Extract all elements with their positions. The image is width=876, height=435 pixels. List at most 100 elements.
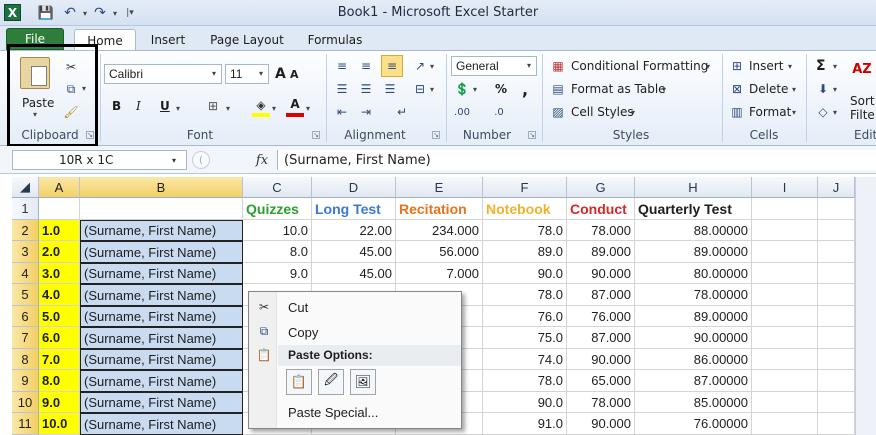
align-middle-icon[interactable]: ≡ (357, 57, 375, 75)
cell-i[interactable] (752, 349, 818, 370)
delete-cells-icon[interactable]: ⊠ (728, 80, 746, 98)
cell-j[interactable] (818, 263, 855, 284)
number-format-select[interactable]: General (451, 56, 537, 76)
header-cell-e[interactable]: Recitation (396, 198, 483, 220)
insert-cells-button[interactable]: Insert (749, 59, 783, 73)
cell-b[interactable]: (Surname, First Name) (80, 370, 243, 392)
cell-styles-button[interactable]: Cell Styles (571, 105, 634, 119)
cell-j[interactable] (818, 349, 855, 370)
cell-h[interactable]: 80.00000 (635, 263, 752, 284)
row-header[interactable]: 6 (12, 306, 39, 327)
fill-dropdown-icon[interactable]: ▾ (833, 85, 837, 94)
cell-f[interactable]: 78.0 (483, 220, 567, 241)
cell-f[interactable]: 78.0 (483, 284, 567, 306)
cell-b[interactable]: (Surname, First Name) (80, 263, 243, 284)
menu-item-paste-special[interactable]: Paste Special... (288, 405, 378, 420)
header-cell-f[interactable]: Notebook (483, 198, 567, 220)
column-header-c[interactable]: C (243, 177, 312, 198)
cell-g[interactable]: 90.000 (567, 349, 635, 370)
merge-center-icon[interactable]: ⊟ (411, 80, 429, 98)
cell-a-number[interactable]: 1.0 (39, 220, 80, 241)
column-header-b[interactable]: B (80, 177, 243, 198)
column-header-d[interactable]: D (312, 177, 396, 198)
column-header-i[interactable]: I (752, 177, 818, 198)
decrease-indent-icon[interactable]: ⇤ (333, 103, 351, 121)
font-launcher-icon[interactable]: ↘ (312, 131, 320, 139)
cell-h[interactable]: 89.00000 (635, 241, 752, 263)
header-cell-a[interactable] (39, 198, 80, 220)
currency-icon[interactable]: 💲 (453, 80, 471, 98)
delete-cells-dropdown-icon[interactable]: ▾ (792, 85, 796, 94)
cell-i[interactable] (752, 220, 818, 241)
cell-a-number[interactable]: 8.0 (39, 370, 80, 392)
cell-a-number[interactable]: 7.0 (39, 349, 80, 370)
sort-label[interactable]: Sort (850, 94, 875, 108)
row-header[interactable]: 11 (12, 413, 39, 435)
cell-f[interactable]: 89.0 (483, 241, 567, 263)
fill-color-dropdown-icon[interactable]: ▾ (272, 104, 276, 113)
cell-styles-icon[interactable]: ▨ (549, 103, 567, 121)
cell-j[interactable] (818, 327, 855, 349)
clear-dropdown-icon[interactable]: ▾ (833, 108, 837, 117)
cell-h[interactable]: 76.00000 (635, 413, 752, 435)
clear-icon[interactable]: ◇ (814, 103, 832, 121)
cell-a-number[interactable]: 9.0 (39, 392, 80, 413)
tab-insert[interactable]: Insert (140, 29, 196, 50)
cell-a-number[interactable]: 4.0 (39, 284, 80, 306)
cell-h[interactable]: 78.00000 (635, 284, 752, 306)
fill-icon[interactable]: ⬇ (814, 80, 832, 98)
cell-i[interactable] (752, 263, 818, 284)
cell-b[interactable]: (Surname, First Name) (80, 284, 243, 306)
cell-f[interactable]: 90.0 (483, 392, 567, 413)
conditional-formatting-dropdown-icon[interactable]: ▾ (706, 62, 710, 71)
row-header[interactable]: 7 (12, 327, 39, 349)
percent-style-button[interactable]: % (495, 82, 507, 96)
cell-h[interactable]: 88.00000 (635, 220, 752, 241)
header-cell-c[interactable]: Quizzes (243, 198, 312, 220)
header-cell-g[interactable]: Conduct (567, 198, 635, 220)
cell-b[interactable]: (Surname, First Name) (80, 349, 243, 370)
align-left-icon[interactable]: ☰ (333, 80, 351, 98)
cell-i[interactable] (752, 306, 818, 327)
cell-g[interactable]: 76.000 (567, 306, 635, 327)
cell-f[interactable]: 90.0 (483, 263, 567, 284)
align-right-icon[interactable]: ☰ (381, 80, 399, 98)
menu-item-copy[interactable]: Copy (288, 325, 318, 340)
cell-f[interactable]: 76.0 (483, 306, 567, 327)
bold-button[interactable]: B (112, 99, 121, 113)
cell-i[interactable] (752, 284, 818, 306)
cell-g[interactable]: 87.000 (567, 327, 635, 349)
format-cells-icon[interactable]: ▥ (728, 103, 746, 121)
autosum-dropdown-icon[interactable]: ▾ (833, 62, 837, 71)
cell-d[interactable]: 22.00 (312, 220, 396, 241)
format-cells-button[interactable]: Format (749, 105, 791, 119)
font-color-icon[interactable]: A (286, 95, 304, 113)
number-launcher-icon[interactable]: ↘ (528, 131, 536, 139)
row-header[interactable]: 3 (12, 241, 39, 263)
cell-f[interactable]: 74.0 (483, 349, 567, 370)
cell-i[interactable] (752, 370, 818, 392)
cell-b[interactable]: (Surname, First Name) (80, 220, 243, 241)
cell-i[interactable] (752, 413, 818, 435)
sort-filter-icon[interactable]: AZ (850, 56, 874, 82)
cell-j[interactable] (818, 392, 855, 413)
row-header[interactable]: 4 (12, 263, 39, 284)
cell-i[interactable] (752, 392, 818, 413)
cell-b[interactable]: (Surname, First Name) (80, 241, 243, 263)
paste-icon[interactable]: 📋 (286, 369, 312, 395)
format-as-table-icon[interactable]: ▤ (549, 80, 567, 98)
cell-f[interactable]: 91.0 (483, 413, 567, 435)
cell-j[interactable] (818, 284, 855, 306)
font-name-dropdown-icon[interactable]: ▾ (212, 69, 216, 78)
cell-h[interactable]: 85.00000 (635, 392, 752, 413)
cell-g[interactable]: 90.000 (567, 263, 635, 284)
cell-j[interactable] (818, 241, 855, 263)
wrap-text-icon[interactable]: ↵ (393, 103, 411, 121)
cell-f[interactable]: 78.0 (483, 370, 567, 392)
cell-h[interactable]: 87.00000 (635, 370, 752, 392)
cell-h[interactable]: 89.00000 (635, 306, 752, 327)
column-header-h[interactable]: H (635, 177, 752, 198)
vertical-scrollbar[interactable] (855, 177, 876, 435)
cell-i[interactable] (752, 327, 818, 349)
conditional-formatting-icon[interactable]: ▦ (549, 57, 567, 75)
